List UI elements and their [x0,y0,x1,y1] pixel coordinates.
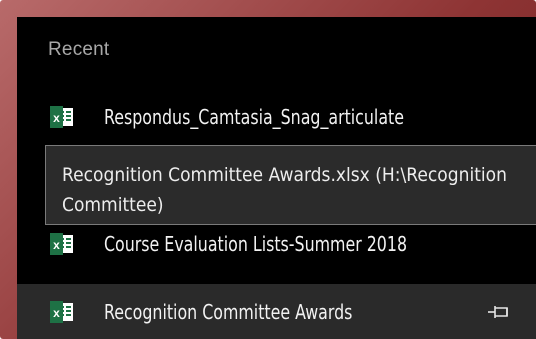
tooltip-line-1: Recognition Committee Awards.xlsx (H:\Re… [62,164,507,186]
pin-icon[interactable] [487,304,513,320]
svg-text:x: x [53,111,60,125]
file-path-tooltip: Recognition Committee Awards.xlsx (H:\Re… [45,145,536,225]
excel-file-icon: x [50,106,73,128]
recent-item-course-evaluation[interactable]: x Course Evaluation Lists-Summer 2018 [17,219,536,269]
recent-item-label: Recognition Committee Awards [104,299,353,324]
window-frame: Recent x Respondus_Camtasia_Snag_articul… [0,0,536,339]
recent-item-label: Course Evaluation Lists-Summer 2018 [104,232,408,256]
excel-file-icon: x [50,233,73,255]
recent-item-label: Respondus_Camtasia_Snag_articulate [104,105,404,129]
tooltip-line-2: Committee) [62,194,164,216]
svg-text:x: x [53,306,60,320]
recent-item-recognition-awards[interactable]: x Recognition Committee Awards [17,284,536,339]
recent-item-respondus[interactable]: x Respondus_Camtasia_Snag_articulate [17,92,536,142]
recent-panel: Recent x Respondus_Camtasia_Snag_articul… [17,17,536,339]
excel-file-icon: x [50,300,73,323]
svg-text:x: x [53,238,60,252]
section-title-recent: Recent [48,39,110,60]
